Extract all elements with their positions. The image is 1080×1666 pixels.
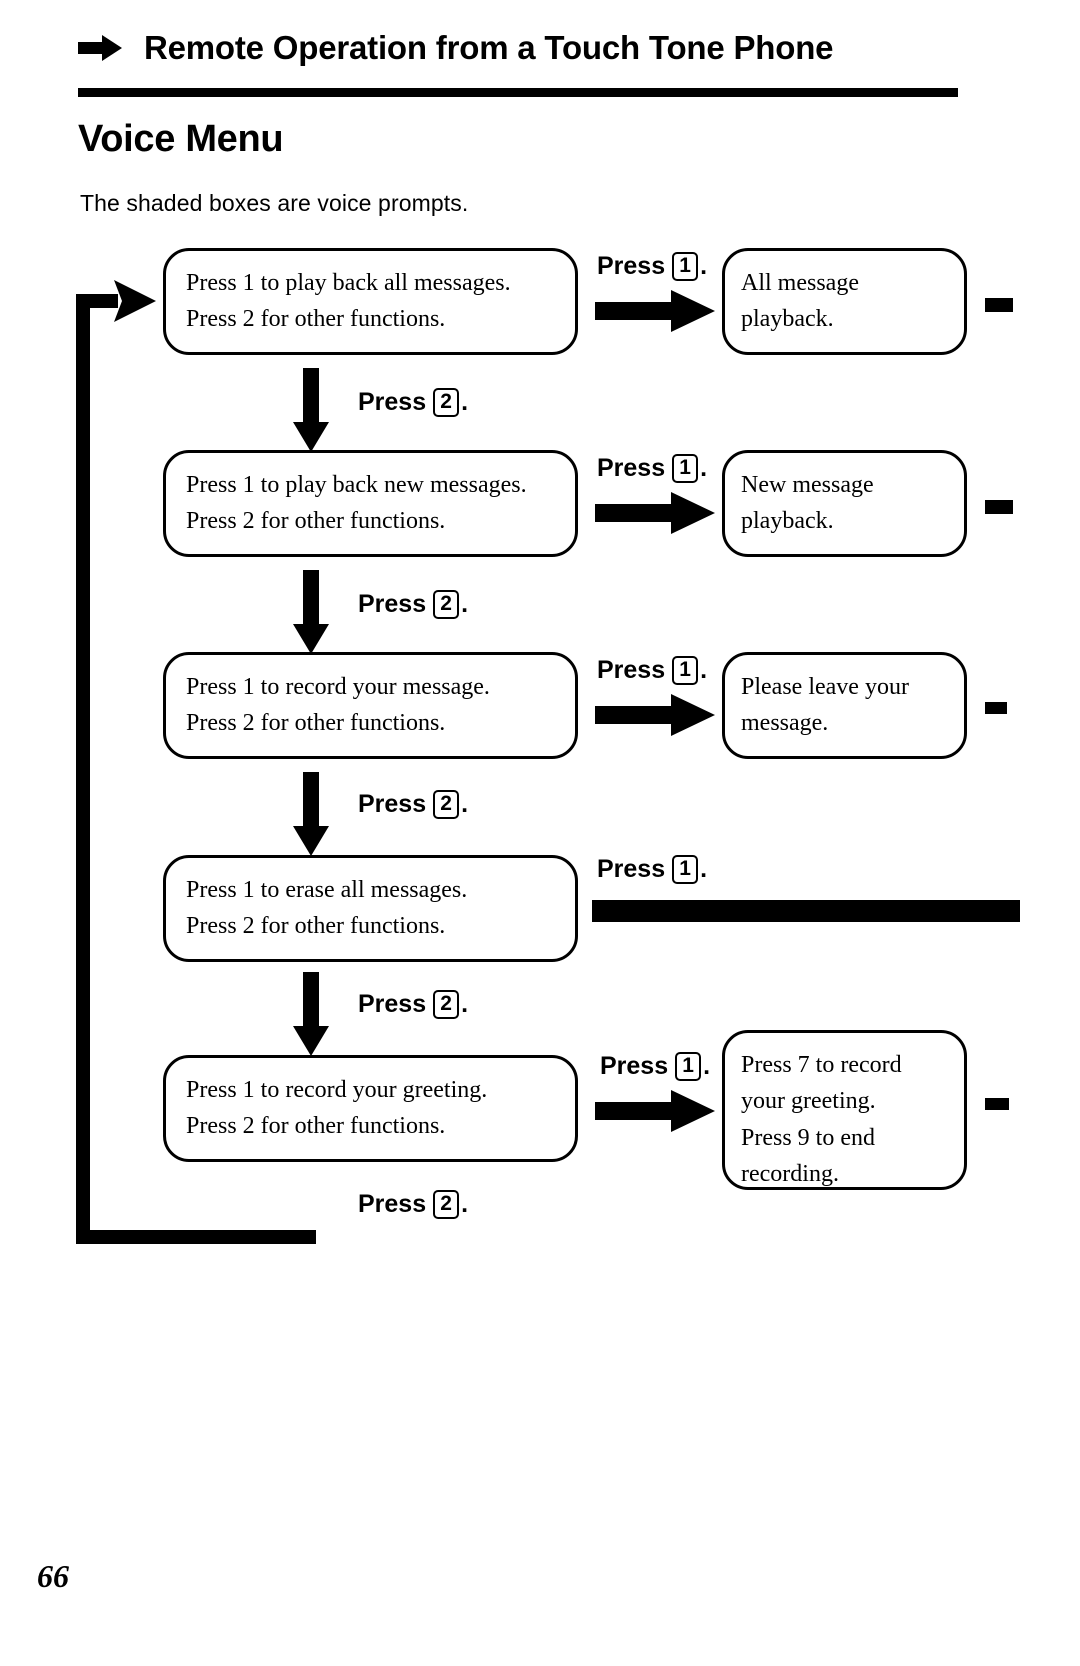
branch-label-dot: .	[700, 656, 708, 684]
branch-arrow-icon	[595, 290, 715, 332]
branch-label-dot: .	[700, 855, 708, 883]
result-line-2: message.	[741, 710, 829, 737]
branch-arrow-icon	[595, 1090, 715, 1132]
next-step-arrow-icon	[293, 368, 329, 452]
result-line-1: New message	[741, 472, 874, 498]
keycap-digit: 1	[672, 855, 699, 884]
next-step-label: Press 2 .	[358, 388, 468, 417]
page-edge-tab	[985, 298, 1013, 312]
flow-result-box: Press 7 to record your greeting. Press 9…	[722, 1030, 967, 1190]
branch-arrow-icon	[595, 492, 715, 534]
manual-page: Remote Operation from a Touch Tone Phone…	[0, 0, 1080, 1666]
branch-label-word: Press	[597, 252, 666, 280]
branch-label: Press 1 .	[597, 656, 707, 685]
keycap-digit: 2	[433, 1190, 460, 1219]
next-step-label: Press 2 .	[358, 990, 468, 1019]
prompt-line-2: Press 2 for other functions.	[186, 508, 446, 535]
next-step-label: Press 2 .	[358, 790, 468, 819]
result-line-1: Press 7 to record	[741, 1052, 902, 1078]
prompt-line-1: Press 1 to record your greeting.	[186, 1077, 488, 1103]
scan-ink-bar	[592, 900, 1020, 922]
branch-label-dot: .	[703, 1052, 711, 1080]
prompt-line-2: Press 2 for other functions.	[186, 1113, 446, 1140]
page-edge-tab	[985, 702, 1007, 714]
branch-label-word: Press	[600, 1052, 669, 1080]
flow-result-box: All message playback.	[722, 248, 967, 355]
header-title: Remote Operation from a Touch Tone Phone	[144, 29, 834, 66]
prompt-line-1: Press 1 to play back all messages.	[186, 270, 511, 296]
page-title: Voice Menu	[78, 118, 284, 160]
branch-arrow-icon	[595, 694, 715, 736]
result-line-2: playback.	[741, 306, 834, 333]
flow-prompt-box: Press 1 to play back all messages. Press…	[163, 248, 578, 355]
flow-prompt-box: Press 1 to record your message. Press 2 …	[163, 652, 578, 759]
branch-label: Press 1 .	[597, 855, 707, 884]
result-line-4: recording.	[741, 1161, 839, 1188]
next-label-word: Press	[358, 990, 427, 1018]
keycap-digit: 1	[675, 1052, 702, 1081]
branch-label-word: Press	[597, 454, 666, 482]
next-label-dot: .	[461, 990, 469, 1018]
next-label-word: Press	[358, 590, 427, 618]
next-step-label: Press 2 .	[358, 590, 468, 619]
result-line-2: your greeting.	[741, 1088, 876, 1115]
page-edge-tab	[985, 500, 1013, 514]
branch-label-dot: .	[700, 252, 708, 280]
flow-prompt-box: Press 1 to erase all messages. Press 2 f…	[163, 855, 578, 962]
right-arrow-icon	[78, 35, 122, 61]
keycap-digit: 1	[672, 252, 699, 281]
prompt-line-1: Press 1 to record your message.	[186, 674, 490, 700]
next-label-word: Press	[358, 1190, 427, 1218]
keycap-digit: 2	[433, 388, 460, 417]
next-step-arrow-icon	[293, 570, 329, 654]
prompt-line-2: Press 2 for other functions.	[186, 913, 446, 940]
header-divider	[78, 88, 958, 97]
branch-label: Press 1 .	[597, 454, 707, 483]
prompt-line-1: Press 1 to play back new messages.	[186, 472, 527, 498]
result-line-2: playback.	[741, 508, 834, 535]
flow-prompt-box: Press 1 to play back new messages. Press…	[163, 450, 578, 557]
branch-label: Press 1 .	[597, 252, 707, 281]
result-line-3: Press 9 to end	[741, 1124, 875, 1151]
next-label-dot: .	[461, 388, 469, 416]
result-line-1: Please leave your	[741, 674, 909, 700]
branch-label-word: Press	[597, 855, 666, 883]
next-label-dot: .	[461, 590, 469, 618]
flow-prompt-box: Press 1 to record your greeting. Press 2…	[163, 1055, 578, 1162]
next-step-arrow-icon	[293, 972, 329, 1056]
branch-label-dot: .	[700, 454, 708, 482]
next-label-word: Press	[358, 790, 427, 818]
result-line-1: All message	[741, 270, 859, 296]
prompt-line-1: Press 1 to erase all messages.	[186, 877, 468, 903]
branch-label: Press 1 .	[600, 1052, 710, 1081]
flow-result-box: Please leave your message.	[722, 652, 967, 759]
page-edge-tab	[985, 1098, 1009, 1110]
next-step-label: Press 2 .	[358, 1190, 468, 1219]
keycap-digit: 1	[672, 656, 699, 685]
keycap-digit: 1	[672, 454, 699, 483]
page-number: 66	[37, 1558, 69, 1594]
prompt-line-2: Press 2 for other functions.	[186, 306, 446, 333]
branch-label-word: Press	[597, 656, 666, 684]
next-step-arrow-icon	[293, 772, 329, 856]
flow-result-box: New message playback.	[722, 450, 967, 557]
page-header: Remote Operation from a Touch Tone Phone	[78, 18, 958, 78]
keycap-digit: 2	[433, 590, 460, 619]
keycap-digit: 2	[433, 790, 460, 819]
next-label-dot: .	[461, 1190, 469, 1218]
prompt-line-2: Press 2 for other functions.	[186, 710, 446, 737]
section-note: The shaded boxes are voice prompts.	[80, 190, 469, 216]
next-label-word: Press	[358, 388, 427, 416]
next-label-dot: .	[461, 790, 469, 818]
keycap-digit: 2	[433, 990, 460, 1019]
